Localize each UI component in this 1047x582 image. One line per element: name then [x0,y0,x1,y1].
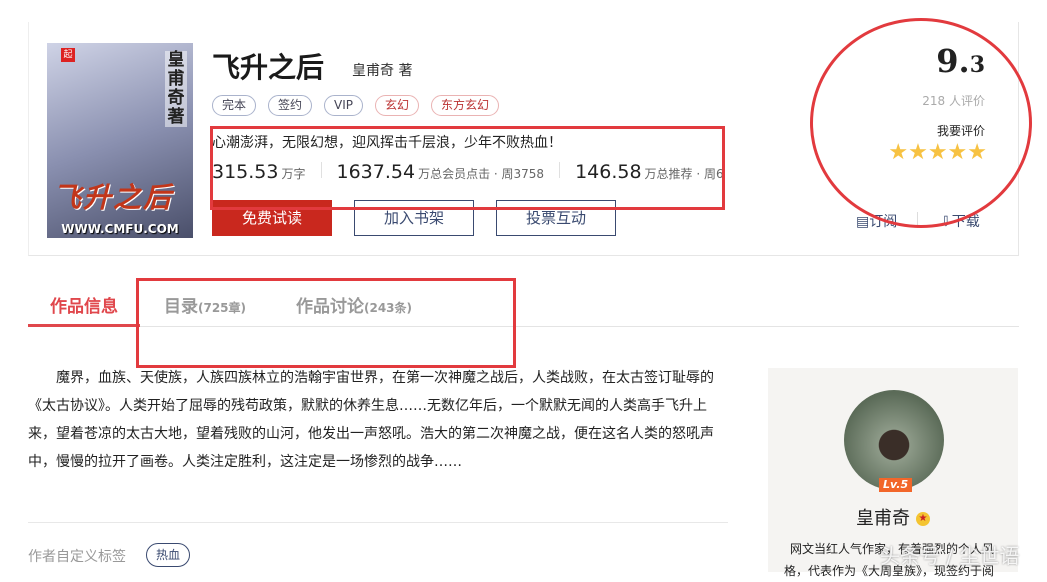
book-cover[interactable]: 起 皇甫奇著 飞升之后 WWW.CMFU.COM [47,43,193,238]
tag-vip[interactable]: VIP [324,95,364,116]
author-level-badge: Lv.5 [879,478,913,492]
publisher-logo: 起 [61,48,75,62]
subscribe-button[interactable]: ▤订阅 [856,211,897,231]
custom-tag[interactable]: 热血 [146,543,191,567]
book-stats: 315.53 万字 1637.54 万总会员点击 · 周3758 146.58 万总推… [212,161,724,183]
recommend-count: 146.58 [575,161,642,183]
rate-link[interactable]: 我要评价 [937,122,985,139]
tag-subgenre[interactable]: 东方玄幻 [431,95,500,116]
click-count-unit: 万总会员点击 · 周3758 [418,167,545,181]
word-count-unit: 万字 [281,167,306,181]
word-count: 315.53 [212,161,279,183]
tab-book-info[interactable]: 作品信息 [28,292,140,327]
rating-score: 9.3 [936,42,985,80]
tag-status[interactable]: 完本 [212,95,257,116]
book-title: 飞升之后 [212,51,325,84]
download-button[interactable]: ⇩下载 [940,211,980,231]
watermark: 头条号 / 尘世语 [880,544,1020,568]
cover-author: 皇甫奇著 [165,51,187,127]
divider [28,522,728,523]
document-icon: ▤ [856,214,870,230]
divider [320,162,322,178]
tab-bar: 作品信息 目录(725章) 作品讨论(243条) [28,292,1019,327]
cover-title: 飞升之后 [53,181,174,214]
add-shelf-button[interactable]: 加入书架 [354,200,474,236]
divider [559,162,561,178]
tab-discussion[interactable]: 作品讨论(243条) [296,292,412,327]
cover-url: WWW.CMFU.COM [61,222,179,236]
rating-count: 218 人评价 [922,94,985,108]
tag-genre[interactable]: 玄幻 [375,95,420,116]
book-tags: 完本 签约 VIP 玄幻 东方玄幻 [212,95,500,116]
click-count: 1637.54 [336,161,416,183]
free-read-button[interactable]: 免费试读 [212,200,332,236]
divider [917,212,918,228]
recommend-count-unit: 万总推荐 · 周6 [644,167,724,181]
medal-icon: ★ [916,512,930,526]
author-avatar[interactable] [844,390,944,490]
download-icon: ⇩ [940,214,952,230]
book-slogan: 心潮澎湃，无限幻想，迎风挥击千层浪，少年不败热血！ [212,135,562,151]
tab-catalog[interactable]: 目录(725章) [164,292,246,327]
tag-signed[interactable]: 签约 [268,95,313,116]
book-author[interactable]: 皇甫奇 著 [352,60,412,80]
author-name[interactable]: 皇甫奇 [856,508,910,529]
custom-tags-label: 作者自定义标签 [28,549,126,565]
rating-stars[interactable]: ★★★★★ [888,140,987,165]
vote-button[interactable]: 投票互动 [496,200,616,236]
book-description: 魔界，血族、天使族，人族四族林立的浩翰宇宙世界，在第一次神魔之战后，人类战败，在… [28,370,714,470]
